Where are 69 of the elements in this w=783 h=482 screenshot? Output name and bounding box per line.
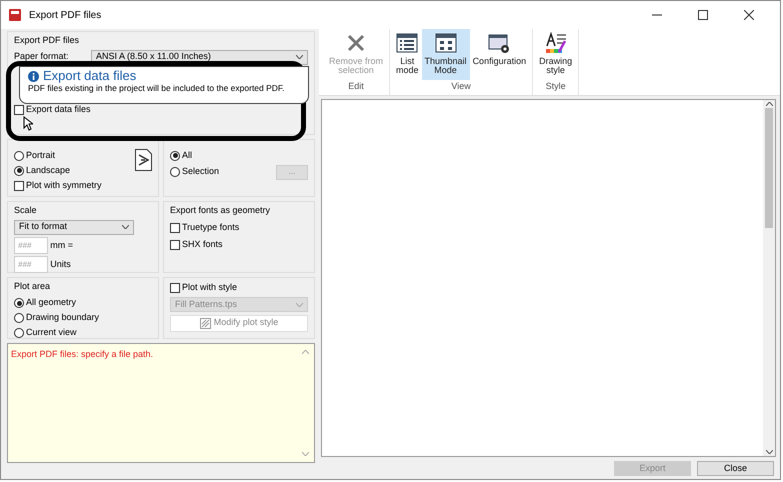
dialog-button[interactable]: Close: [697, 461, 774, 476]
scale-dropdown[interactable]: Fit to format: [14, 220, 134, 234]
radio-button[interactable]: [14, 298, 24, 308]
chevron-down-icon: [296, 302, 303, 307]
error-message: Export PDF files: specify a file path.: [11, 348, 154, 361]
radio-label: Current view: [26, 326, 77, 340]
group-label: Edit: [348, 80, 364, 92]
checkbox[interactable]: [14, 180, 24, 190]
maximize-icon: [698, 10, 708, 20]
group-title: Scale: [14, 204, 38, 217]
checkbox-label: Truetype fonts: [182, 221, 240, 234]
list-view-icon: [396, 32, 418, 54]
pdf-icon: [9, 9, 21, 21]
toolbar-button[interactable]: List mode: [393, 29, 422, 80]
radio-button[interactable]: [14, 313, 24, 323]
checkbox-label: Plot with symmetry: [26, 178, 102, 192]
radio-button[interactable]: [14, 328, 24, 338]
checkbox[interactable]: [170, 223, 180, 233]
radio-button[interactable]: [170, 150, 180, 160]
input-field[interactable]: ###: [14, 256, 48, 273]
radio-button[interactable]: [170, 167, 180, 177]
chevron-down-icon: [296, 55, 303, 59]
group-label: Style: [546, 80, 566, 93]
radio-label: All: [182, 148, 192, 162]
close-icon: [744, 10, 754, 20]
toolbar-button[interactable]: Thumbnail Mode: [422, 29, 470, 80]
letter-pen-icon: [544, 32, 567, 54]
scroll-up-icon: [766, 102, 772, 106]
tooltip-text: PDF files existing in the project will be included to the exported PDF.: [28, 83, 286, 94]
radio-label: Selection: [182, 165, 220, 178]
input-field[interactable]: ###: [14, 236, 48, 254]
checkbox-label: Plot with style: [182, 280, 238, 294]
unit-label: Units: [50, 258, 71, 271]
window-gear-icon: [488, 32, 510, 54]
unit-label: mm =: [50, 238, 74, 252]
scroll-up-icon: [302, 350, 308, 354]
group-label: View: [451, 80, 471, 92]
scrollbar-thumb[interactable]: [765, 108, 773, 228]
checkbox-label: Export data files: [26, 103, 91, 116]
radio-button[interactable]: [14, 166, 24, 176]
delete-icon: [345, 32, 367, 54]
scroll-down-icon: [302, 452, 308, 456]
field-label: Paper format:: [14, 50, 70, 64]
edit-style-icon: [200, 318, 211, 328]
radio-label: Drawing boundary: [26, 311, 100, 324]
group-title: Plot area: [14, 280, 52, 293]
group-title: Export fonts as geometry: [170, 204, 272, 217]
chevron-down-icon: [122, 225, 129, 229]
checkbox[interactable]: [170, 282, 180, 292]
tooltip-title: Export data files: [43, 69, 136, 84]
toolbar-button[interactable]: Configuration: [470, 29, 530, 80]
page-letter-icon: [135, 149, 152, 171]
radio-label: Landscape: [26, 164, 70, 177]
toolbar-button[interactable]: Drawing style: [536, 29, 576, 80]
radio-button[interactable]: [14, 150, 24, 160]
modify-plot-style-button[interactable]: Modify plot style: [170, 314, 308, 332]
checkbox[interactable]: [170, 240, 180, 250]
window-title: Export PDF files: [29, 8, 102, 22]
scroll-down-icon: [766, 450, 772, 454]
radio-label: All geometry: [26, 296, 76, 310]
info-icon: [28, 70, 39, 82]
thumbnail-view-icon: [434, 32, 457, 54]
group-title: Export PDF files: [14, 34, 80, 47]
scrollbar[interactable]: [299, 348, 311, 458]
checkbox-label: SHX fonts: [182, 238, 223, 252]
checkbox[interactable]: [14, 105, 24, 115]
scrollbar[interactable]: [763, 100, 775, 456]
radio-label: Portrait: [26, 148, 56, 162]
cursor-icon: [23, 116, 33, 131]
